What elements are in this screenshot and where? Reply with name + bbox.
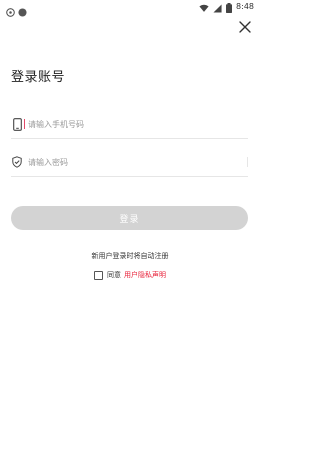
login-button[interactable]: 登录 (11, 206, 248, 230)
status-bar: 8:48 (0, 0, 260, 17)
password-toggle-divider (247, 157, 248, 167)
battery-icon (226, 0, 233, 17)
page-title: 登录账号 (11, 70, 66, 85)
text-caret (24, 119, 25, 129)
record-icon (18, 2, 27, 21)
phone-icon (11, 117, 23, 131)
wifi-icon (199, 0, 209, 17)
password-input[interactable] (28, 155, 228, 169)
phone-input[interactable] (28, 117, 228, 131)
password-field[interactable] (11, 152, 248, 172)
agreement-row: 同意 用户隐私声明 (94, 269, 166, 281)
phone-divider (11, 138, 248, 139)
agree-label: 同意 (107, 271, 121, 279)
privacy-policy-link[interactable]: 用户隐私声明 (124, 270, 166, 280)
status-time: 8:48 (236, 2, 254, 11)
shield-icon (11, 155, 23, 169)
password-divider (11, 176, 248, 177)
auto-register-hint: 新用户登录时将自动注册 (91, 252, 169, 260)
agree-checkbox[interactable] (94, 270, 103, 280)
notification-icon (6, 2, 15, 21)
phone-field[interactable] (11, 114, 248, 134)
signal-icon (213, 0, 222, 17)
close-icon (239, 21, 251, 33)
close-button[interactable] (238, 19, 252, 33)
